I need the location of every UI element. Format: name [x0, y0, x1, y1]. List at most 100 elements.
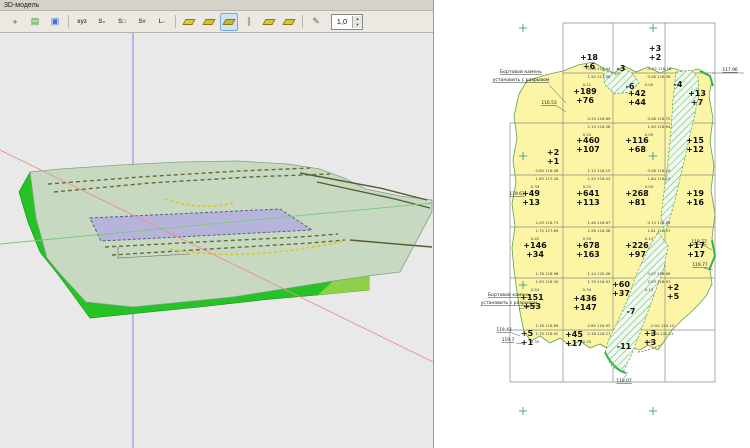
spot-elevation-label: 119.63: [509, 191, 525, 197]
cell-cut-volume: +163: [576, 250, 599, 259]
grid-node-elevation: 2.19 116.28: [588, 124, 612, 129]
spinner-arrows[interactable]: ▲▼: [352, 16, 362, 28]
toolbar-separator: [302, 15, 303, 28]
cell-cut-volume: +76: [576, 96, 594, 105]
cell-fill-volume: +146: [523, 241, 547, 250]
cell-fill-volume: +3: [649, 44, 661, 53]
surface-icon-4[interactable]: [260, 13, 278, 31]
cell-cut-volume: +6: [583, 62, 596, 71]
select-square-icon[interactable]: S□: [113, 13, 131, 31]
scale-spinner[interactable]: 1,0 ▲▼: [331, 14, 363, 30]
cell-fill-volume: +116: [625, 136, 649, 145]
axes-xyz-icon[interactable]: xyz: [73, 13, 91, 31]
spot-elevation-label: 119.77: [691, 239, 707, 245]
grid-node-elevation: 0.42: [531, 236, 540, 241]
toolbar-separator: [68, 15, 69, 28]
grid-node-elevation: 0.16 116.04: [588, 66, 612, 71]
grid-node-elevation: 0.85 116.92: [588, 323, 612, 328]
grid-node-elevation: 0.05: [645, 339, 654, 344]
cell-fill-volume: +45: [565, 330, 583, 339]
spot-elevation-label: 119.77: [692, 262, 708, 268]
cell-fill-volume: +18: [580, 53, 598, 62]
grid-node-elevation: 0.13 116.86: [648, 220, 672, 225]
select-shape-icon[interactable]: S▿: [133, 13, 151, 31]
grid-node-elevation: 0.34: [583, 287, 592, 292]
grid-node-elevation: 2.03 116.91: [648, 279, 672, 284]
cell-fill-volume: +189: [573, 87, 597, 96]
grid-node-elevation: -0.04 120.12: [650, 323, 675, 328]
surface-icon-1[interactable]: [180, 13, 198, 31]
surface-icon-3-glyph: [222, 19, 235, 25]
cell-cut-volume: +13: [522, 198, 540, 207]
cell-cut-volume: +2: [649, 53, 661, 62]
cut-zone-volume: -11: [617, 342, 632, 351]
cell-fill-volume: +460: [576, 136, 600, 145]
grid-node-elevation: 0.07 116.96: [648, 271, 672, 276]
layers-icon[interactable]: ▤: [26, 13, 44, 31]
cell-cut-volume: +16: [686, 198, 704, 207]
cell-cut-volume: +97: [628, 250, 646, 259]
cell-fill-volume: +2: [547, 148, 559, 157]
cell-fill-volume: +151: [520, 293, 544, 302]
cell-fill-volume: +60: [612, 280, 630, 289]
hatch-lines-icon[interactable]: ∥: [240, 13, 258, 31]
cell-fill-volume: +2: [667, 283, 679, 292]
panel-3d-model: 3D-модель +▤▣xyzS₊S□S▿L₋∥✎ 1,0 ▲▼: [0, 0, 433, 448]
grid-node-elevation: 0.39: [531, 184, 540, 189]
grid-node-elevation: 1.79 116.92: [536, 331, 560, 336]
line-icon[interactable]: L₋: [153, 13, 171, 31]
surface-icon-5[interactable]: [280, 13, 298, 31]
red-dashed-line: [638, 343, 664, 352]
spot-elevation-label: 117.96: [722, 67, 738, 73]
cell-fill-volume: +49: [522, 189, 540, 198]
plan-grid: [510, 23, 715, 382]
cell-fill-volume: +436: [573, 294, 597, 303]
grid-node-elevation: 0.23: [583, 184, 592, 189]
grid-node-elevation: 0.08 116.72: [648, 116, 672, 121]
pipette-icon[interactable]: ✎: [307, 13, 325, 31]
cell-cut-volume: +7: [691, 98, 703, 107]
spinner-down-icon[interactable]: ▼: [353, 22, 362, 28]
cell-cut-volume: +17: [687, 250, 705, 259]
panel-cartogram: Объём, м3Всего, м3Насыпь+352+2467+719+66…: [434, 0, 750, 448]
grid-node-elevation: -0.03 116.16: [647, 66, 672, 71]
cell-fill-volume: +17: [687, 241, 705, 250]
cell-cut-volume: +147: [573, 303, 596, 312]
grid-node-elevation: 0.25: [583, 339, 592, 344]
grid-node-elevation: 1.46 116.87: [588, 220, 612, 225]
curb-note-leader: [549, 85, 566, 103]
viewport-3d[interactable]: [0, 33, 433, 448]
scale-value[interactable]: 1,0: [332, 17, 352, 26]
curb-note-line2: установить с разрывом: [493, 78, 550, 83]
display-icon[interactable]: ▣: [46, 13, 64, 31]
spot-elevation-label: 119.43: [496, 327, 512, 333]
grid-node-elevation: 0.80 116.08: [536, 168, 560, 173]
elevation-leaders: [512, 73, 744, 378]
cell-cut-volume: +5: [667, 292, 680, 301]
grid-node-elevation: 2.18 116.27: [588, 331, 612, 336]
grid-node-elevation: 1.50 117.98: [588, 74, 612, 79]
cell-fill-volume: +42: [628, 89, 646, 98]
cell-cut-volume: +81: [628, 198, 646, 207]
grid-node-elevation: 1.56 116.38: [588, 228, 612, 233]
grid-node-elevation: 1.04 120.11: [651, 331, 675, 336]
surface-icon-3[interactable]: [220, 13, 238, 31]
curb-note-line2: установить с разрывом: [481, 301, 538, 306]
select-points-icon[interactable]: S₊: [93, 13, 111, 31]
cell-fill-volume: +226: [625, 241, 649, 250]
surface-icon-2[interactable]: [200, 13, 218, 31]
spot-elevation-label: 116.53: [541, 100, 557, 106]
cell-fill-volume: +3: [644, 329, 656, 338]
cell-cut-volume: +17: [565, 339, 583, 348]
cell-cut-volume: +3: [644, 338, 656, 347]
grid-node-elevation: 1.61 116.57: [648, 228, 672, 233]
cut-zone-volume: -3: [617, 64, 626, 73]
boundary-thick-green-3: [709, 240, 715, 270]
grid-node-elevation: 0.34 116.69: [588, 116, 612, 121]
pan-icon[interactable]: +: [6, 13, 24, 31]
cut-zones: [603, 69, 699, 372]
fill-area-yellow: [512, 62, 715, 352]
cell-cut-volume: +68: [628, 145, 646, 154]
cell-fill-volume: +5: [521, 329, 534, 338]
grid-node-elevation: 1.79 116.91: [588, 279, 612, 284]
